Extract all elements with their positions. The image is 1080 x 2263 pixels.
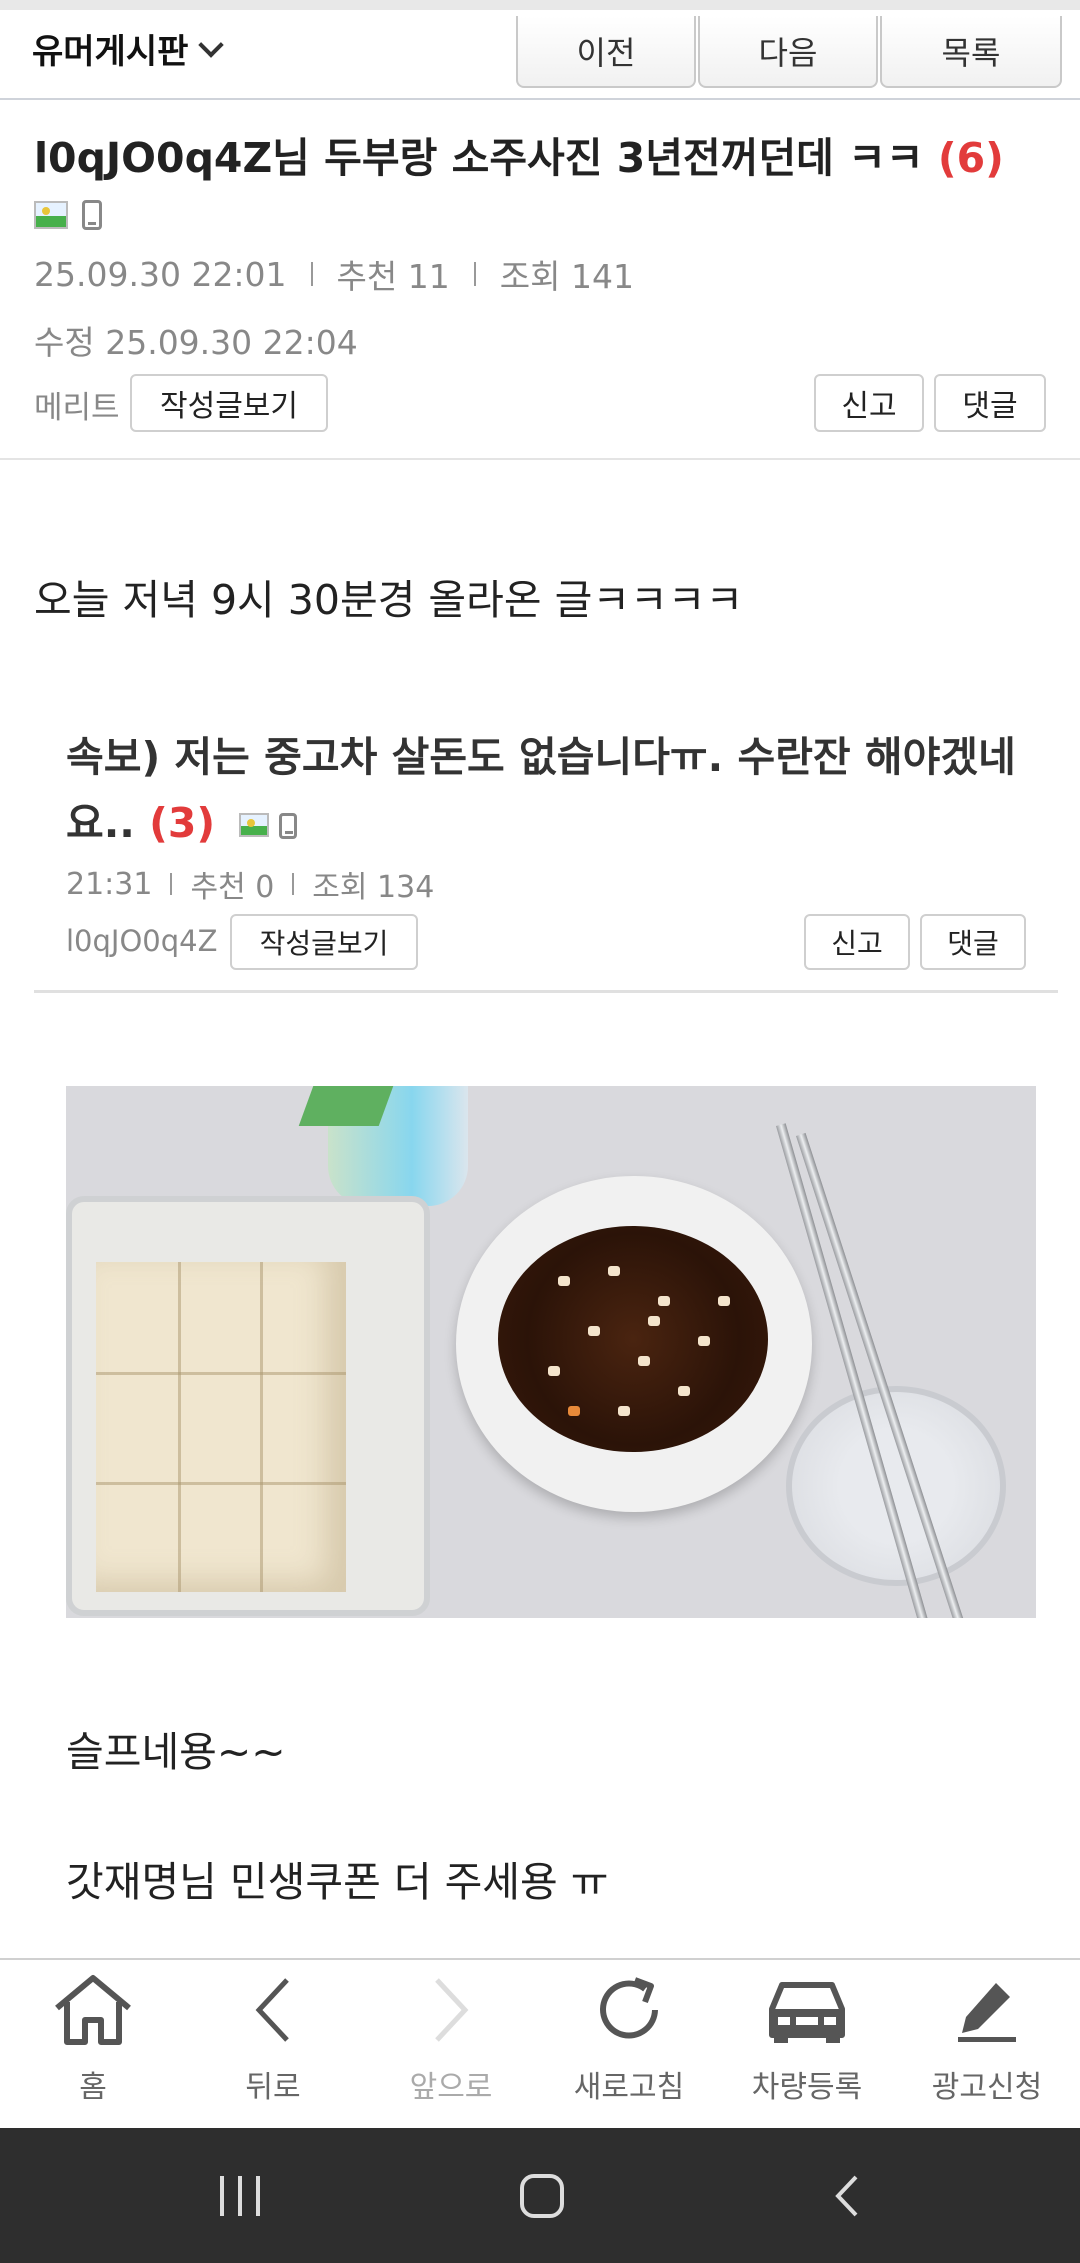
prev-button[interactable]: 이전 [516,16,696,88]
home-icon [55,1975,131,2045]
chevron-right-icon [435,1978,469,2042]
bottle-label [298,1086,394,1126]
post-body-line: 갓재명님 민생쿠폰 더 주세용 ㅠ [66,1858,609,1906]
divider [310,262,313,286]
chevron-left-icon [255,1978,289,2042]
tofu [96,1262,346,1592]
sauce-bowl [456,1176,812,1512]
car-register-button[interactable]: 차량등록 [717,1960,897,2130]
refresh-button[interactable]: 새로고침 [539,1960,719,2130]
system-back-icon [835,2175,858,2216]
post-recommend: 추천 11 [336,257,450,296]
forward-button[interactable]: 앞으로 [361,1960,541,2130]
list-button[interactable]: 목록 [880,16,1062,88]
board-selector[interactable]: 유머게시판 [32,24,225,73]
home-button[interactable]: 홈 [3,1960,183,2130]
back-button[interactable]: 뒤로 [183,1960,363,2130]
mobile-icon [82,200,102,230]
post-title: l0qJO0q4Z님 두부랑 소주사진 3년전꺼던데 ㅋㅋ (6) [34,124,1054,184]
board-name: 유머게시판 [32,32,189,72]
post-attachment-icons [34,200,102,230]
post-title-text: l0qJO0q4Z님 두부랑 소주사진 3년전꺼던데 ㅋㅋ [34,134,924,182]
chevron-down-icon [198,31,225,58]
system-navigation-bar [0,2128,1080,2263]
home-label: 홈 [79,2070,107,2105]
comment-button[interactable]: 댓글 [934,374,1046,432]
image-icon [239,813,270,837]
report-button[interactable]: 신고 [814,374,924,432]
post-edited: 수정 25.09.30 22:04 [34,323,358,362]
car-icon [769,1982,845,2043]
quoted-comment-count: (3) [149,799,216,847]
divider [292,873,295,895]
post-meta: 25.09.30 22:01 추천 11 조회 141 [34,250,634,298]
pencil-icon [958,1983,1016,2042]
ad-request-label: 광고신청 [931,2070,1043,2105]
bottom-toolbar: 홈 뒤로 앞으로 새로고침 차량등록 광고신청 [0,1958,1080,2128]
divider [473,262,476,286]
quoted-time: 21:31 [66,866,153,902]
forward-label: 앞으로 [409,2070,493,2105]
post-photo[interactable] [66,1086,1036,1618]
mobile-icon [279,813,298,839]
back-label: 뒤로 [245,2070,301,2105]
car-register-label: 차량등록 [751,2070,863,2105]
quoted-meta: 21:31 추천 0 조회 134 [66,862,434,906]
quoted-recommend: 추천 0 [190,870,275,905]
tofu-tray [66,1196,430,1616]
post-body-line: 슬프네용~~ [66,1728,286,1776]
board-header: 유머게시판 이전 다음 목록 [0,0,1080,100]
quoted-post-title: 속보) 저는 중고차 살돈도 없습니다ㅠ. 수란잔 해야겠네요.. (3) [66,724,1026,856]
divider [0,458,1080,460]
divider [34,990,1058,993]
soy-sauce [498,1226,768,1452]
next-button[interactable]: 다음 [698,16,878,88]
quoted-comment-button: 댓글 [920,914,1026,970]
quoted-author: l0qJO0q4Z [66,924,218,958]
system-home-button[interactable] [462,2128,622,2263]
post-body-intro: 오늘 저녁 9시 30분경 올라온 글ㅋㅋㅋㅋ [34,576,744,624]
view-posts-button[interactable]: 작성글보기 [130,374,328,432]
quoted-report-button: 신고 [804,914,910,970]
quoted-views: 조회 134 [312,870,435,905]
image-icon [34,201,68,229]
quoted-view-posts-button: 작성글보기 [230,914,418,970]
recent-apps-icon [220,2175,260,2216]
ad-request-button[interactable]: 광고신청 [897,1960,1077,2130]
post-date: 25.09.30 22:01 [34,254,287,294]
refresh-icon [600,1977,658,2039]
system-back-button[interactable] [768,2128,928,2263]
refresh-label: 새로고침 [573,2070,685,2105]
system-home-icon [520,2173,564,2218]
divider [170,873,173,895]
recent-apps-button[interactable] [160,2128,320,2263]
author-name[interactable]: 메리트 [34,382,120,427]
post-views: 조회 141 [499,257,634,296]
comment-count[interactable]: (6) [938,134,1004,182]
